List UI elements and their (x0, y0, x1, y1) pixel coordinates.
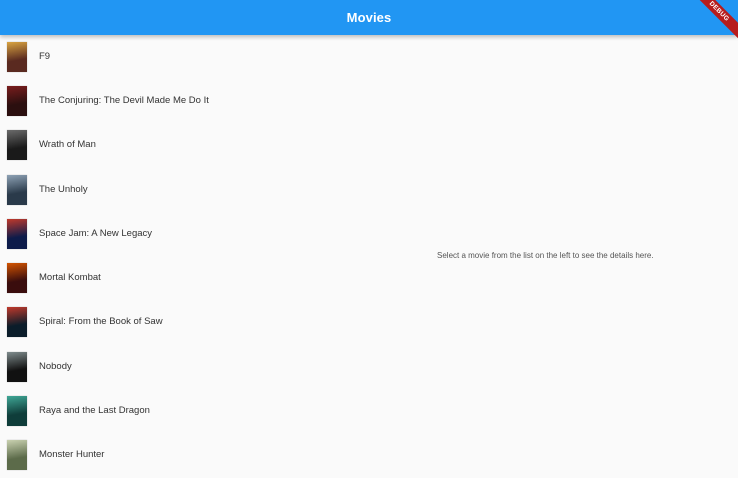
movie-list-item[interactable]: Raya and the Last Dragon (0, 389, 340, 433)
movie-list: F9 The Conjuring: The Devil Made Me Do It… (0, 35, 340, 478)
movie-list-item[interactable]: Space Jam: A New Legacy (0, 212, 340, 256)
movie-list-item[interactable]: Spiral: From the Book of Saw (0, 300, 340, 344)
movie-title: Space Jam: A New Legacy (39, 228, 153, 239)
movie-poster-thumbnail (7, 263, 27, 293)
movie-list-item[interactable]: Mortal Kombat (0, 256, 340, 300)
movie-poster-thumbnail (7, 352, 27, 382)
debug-banner: DEBUG (690, 0, 738, 41)
movie-title: Nobody (39, 361, 72, 372)
movie-poster-thumbnail (7, 42, 27, 72)
movie-title: The Unholy (39, 184, 88, 195)
app-bar: Movies DEBUG (0, 0, 738, 41)
movie-title: F9 (39, 51, 51, 62)
detail-pane: Select a movie from the list on the left… (340, 35, 738, 478)
movie-list-item[interactable]: The Conjuring: The Devil Made Me Do It (0, 79, 340, 123)
detail-placeholder-text: Select a movie from the list on the left… (437, 251, 654, 260)
movie-list-item[interactable]: Monster Hunter (0, 433, 340, 477)
movie-poster-thumbnail (7, 175, 27, 205)
movie-poster-thumbnail (7, 219, 27, 249)
movie-poster-thumbnail (7, 396, 27, 426)
app-bar-title: Movies (346, 10, 392, 25)
movie-title: Monster Hunter (39, 449, 105, 460)
movie-title: The Conjuring: The Devil Made Me Do It (39, 95, 209, 106)
movie-title: Wrath of Man (39, 139, 96, 150)
movie-poster-thumbnail (7, 86, 27, 116)
movie-list-item[interactable]: The Unholy (0, 168, 340, 212)
app-window: Movies DEBUG F9 The Conjuring: The Devil … (0, 0, 738, 478)
movie-list-item[interactable]: F9 (0, 35, 340, 79)
movie-list-item[interactable]: Nobody (0, 345, 340, 389)
movie-title: Mortal Kombat (39, 272, 101, 283)
movie-poster-thumbnail (7, 130, 27, 160)
movie-title: Raya and the Last Dragon (39, 405, 150, 416)
movie-poster-thumbnail (7, 440, 27, 470)
movie-poster-thumbnail (7, 307, 27, 337)
movie-list-item[interactable]: Wrath of Man (0, 123, 340, 167)
movie-title: Spiral: From the Book of Saw (39, 316, 163, 327)
